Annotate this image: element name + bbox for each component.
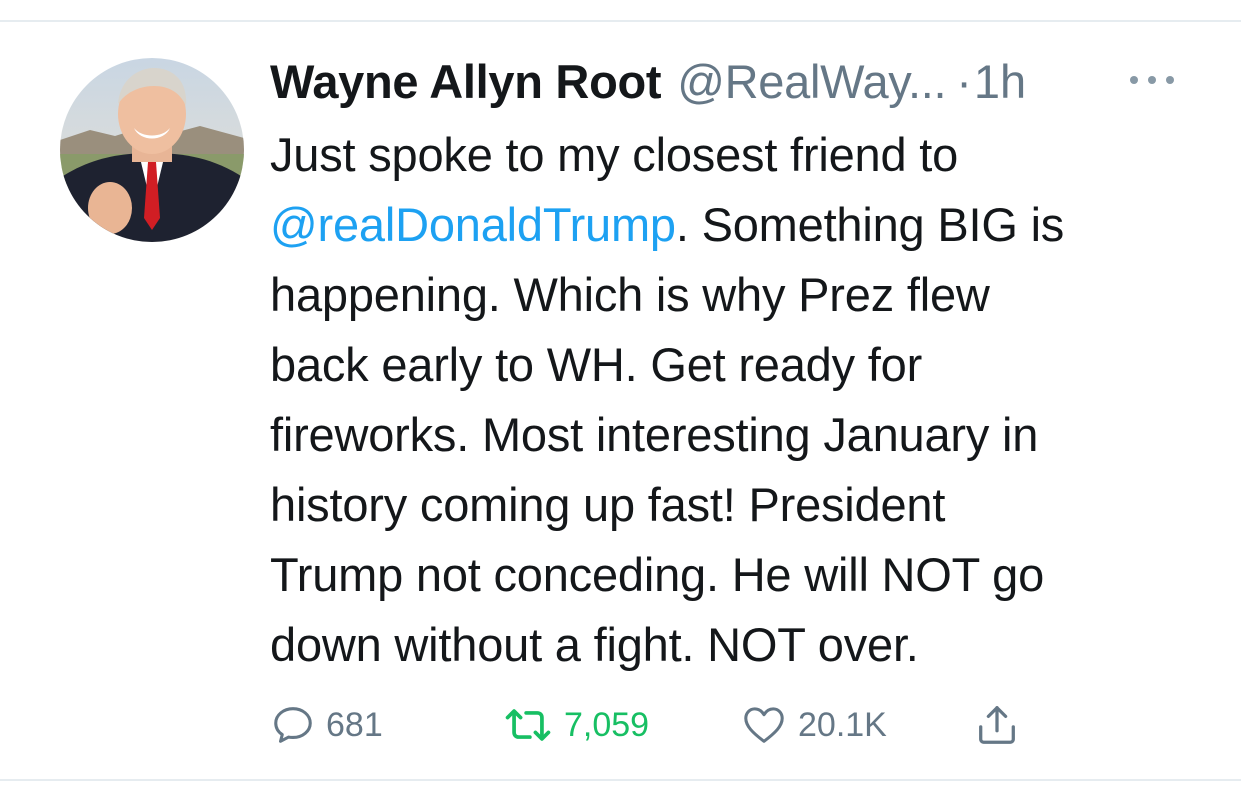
retweet-count: 7,059 — [564, 705, 650, 744]
like-count: 20.1K — [798, 705, 887, 744]
tweet-text-line: down without a fight. NOT over. — [270, 618, 919, 671]
header-separator: · — [956, 55, 972, 108]
author-display-name[interactable]: Wayne Allyn Root — [270, 52, 662, 112]
ellipsis-icon — [1166, 76, 1174, 84]
author-handle[interactable]: @RealWay... — [677, 52, 946, 112]
more-options-button[interactable] — [1130, 68, 1174, 92]
bottom-divider — [0, 779, 1241, 781]
retweet-button[interactable]: 7,059 — [502, 700, 649, 750]
top-divider — [0, 20, 1241, 22]
retweet-icon — [505, 709, 551, 741]
tweet-header: Wayne Allyn Root @RealWay... · 1h — [270, 52, 1026, 112]
tweet-text-line: history coming up fast! President — [270, 478, 946, 531]
ellipsis-icon — [1130, 76, 1138, 84]
reply-button[interactable]: 681 — [270, 700, 383, 750]
tweet-actions: 681 7,059 20.1K — [270, 700, 1170, 750]
ellipsis-icon — [1148, 76, 1156, 84]
tweet-text-line: happening. Which is why Prez flew — [270, 268, 990, 321]
heart-icon — [744, 707, 784, 743]
mention-link[interactable]: @realDonaldTrump — [270, 198, 676, 251]
avatar[interactable] — [60, 58, 244, 242]
tweet-text-segment: . Something BIG is — [675, 198, 1065, 251]
reply-count: 681 — [326, 705, 383, 744]
reply-icon — [274, 707, 312, 743]
tweet-text: Just spoke to my closest friend to @real… — [270, 120, 1200, 680]
tweet-text-line: back early to WH. Get ready for — [270, 338, 923, 391]
tweet-text-line: fireworks. Most interesting January in — [270, 408, 1039, 461]
tweet-text-line: @realDonaldTrump. Something BIG is — [270, 190, 1200, 260]
share-icon — [979, 706, 1015, 744]
share-button[interactable] — [974, 700, 1020, 750]
tweet-text-line: Trump not conceding. He will NOT go — [270, 548, 1045, 601]
profile-photo-icon — [60, 58, 244, 242]
tweet-timestamp[interactable]: 1h — [974, 52, 1026, 112]
tweet-text-line: Just spoke to my closest friend to — [270, 128, 959, 181]
like-button[interactable]: 20.1K — [740, 700, 887, 750]
